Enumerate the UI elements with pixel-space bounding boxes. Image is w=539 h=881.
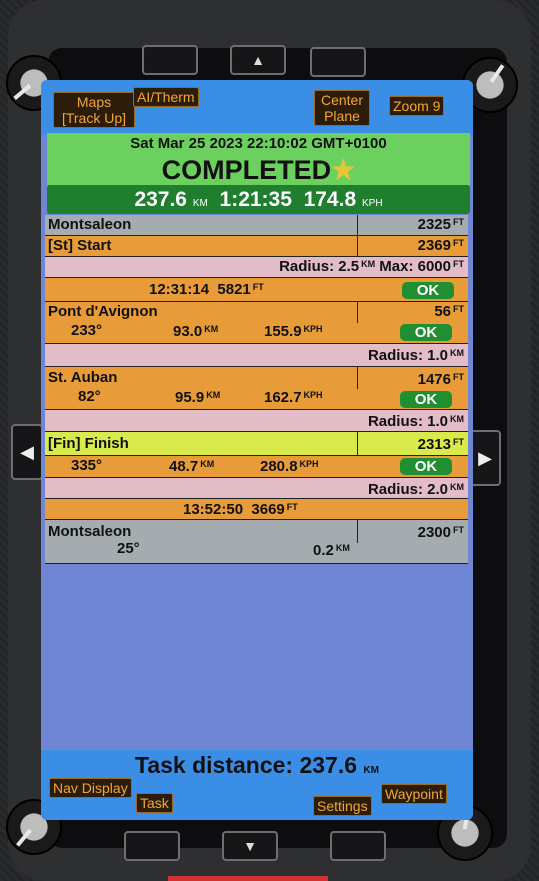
left-arrow-icon: ◀ (20, 442, 34, 462)
task-summary: 237.6 KM 1:21:35 174.8 KPH (47, 185, 470, 214)
task-softkey[interactable]: Task (136, 793, 173, 813)
waypoint-name: [St] Start (48, 237, 112, 254)
bottom-right-hardware-button[interactable] (330, 831, 386, 861)
waypoint-distance: 0.2 KM (313, 542, 350, 559)
ok-indicator: OK (400, 324, 452, 341)
star-icon: ★ (331, 155, 356, 185)
waypoint-softkey[interactable]: Waypoint (381, 784, 447, 804)
status-label: COMPLETED (161, 155, 332, 185)
start-row[interactable]: [St] Start 2369 FT (45, 236, 468, 257)
waypoint-name: Montsaleon (48, 216, 132, 233)
start-time: 12:31:14 5821 FT (149, 281, 264, 298)
end-airport-row[interactable]: Montsaleon 2300 FT 25° 0.2 KM (45, 520, 468, 564)
red-strip (168, 876, 328, 881)
bottom-left-hardware-button[interactable] (124, 831, 180, 861)
task-distance: Task distance: 237.6 KM (135, 752, 379, 778)
waypoint-speed: 162.7 KPH (264, 389, 323, 406)
left-hardware-button[interactable]: ◀ (11, 424, 43, 480)
ok-indicator: OK (402, 282, 454, 299)
waypoint-speed: 280.8 KPH (260, 458, 319, 475)
turnpoint-radius-row: Radius: 1.0 KM (45, 344, 468, 367)
up-arrow-icon: ▲ (251, 52, 265, 68)
waypoint-bearing: 335° (71, 457, 103, 474)
ai-therm-softkey[interactable]: AI/Therm (133, 87, 199, 107)
ok-indicator: OK (400, 391, 452, 408)
finish-time-row: 13:52:50 3669 FT (45, 499, 468, 520)
right-arrow-icon: ▶ (478, 448, 492, 468)
turnpoint-row[interactable]: Pont d'Avignon 56 FT 233° 93.0 KM 155.9 KPH… (45, 302, 468, 344)
start-time-row: 12:31:14 5821 FT OK (45, 278, 468, 302)
waypoint-name: [Fin] Finish (48, 435, 129, 452)
waypoint-bearing: 233° (71, 322, 103, 339)
waypoint-speed: 155.9 KPH (264, 323, 323, 340)
start-airport-row[interactable]: Montsaleon 2325 FT (45, 215, 468, 236)
top-left-hardware-button[interactable] (142, 45, 198, 75)
right-hardware-button[interactable]: ▶ (469, 430, 501, 486)
finish-row[interactable]: [Fin] Finish 2313 FT (45, 432, 468, 456)
zoom-softkey[interactable]: Zoom 9 (389, 96, 445, 116)
settings-softkey[interactable]: Settings (313, 796, 372, 816)
summary-speed: 174.8 (303, 188, 357, 211)
waypoint-altitude: 1476 FT (417, 371, 464, 388)
radius-max: Radius: 2.5 KM Max: 6000 FT (279, 258, 464, 275)
turnpoint-row[interactable]: St. Auban 1476 FT 82° 95.9 KM 162.7 KPH OK (45, 367, 468, 410)
summary-distance: 237.6 (134, 188, 187, 211)
waypoint-bearing: 25° (117, 540, 140, 557)
maps-track-up-softkey[interactable]: Maps [Track Up] (53, 92, 135, 128)
radius: Radius: 1.0 KM (367, 413, 464, 430)
down-hardware-button[interactable]: ▼ (222, 831, 278, 861)
waypoint-table: Montsaleon 2325 FT [St] Start 2369 FT Radi… (45, 215, 468, 564)
turnpoint-radius-row: Radius: 1.0 KM (45, 410, 468, 432)
summary-time: 1:21:35 (219, 188, 292, 211)
radius: Radius: 2.0 KM (367, 481, 464, 498)
task-status-panel: Sat Mar 25 2023 22:10:02 GMT+0100 COMPLE… (47, 133, 470, 185)
nav-display-softkey[interactable]: Nav Display (49, 778, 132, 798)
waypoint-bearing: 82° (78, 388, 101, 405)
up-hardware-button[interactable]: ▲ (230, 45, 286, 75)
waypoint-altitude: 2369 FT (417, 237, 464, 254)
display-screen: Maps [Track Up] AI/Therm Center Plane Zo… (41, 80, 473, 820)
task-status: COMPLETED★ (47, 155, 470, 186)
ok-indicator: OK (400, 458, 452, 475)
waypoint-name: Pont d'Avignon (48, 303, 158, 320)
waypoint-altitude: 2325 FT (417, 216, 464, 233)
waypoint-name: St. Auban (48, 369, 118, 386)
waypoint-altitude: 2313 FT (417, 436, 464, 453)
waypoint-altitude: 2300 FT (417, 524, 464, 541)
radius: Radius: 1.0 KM (367, 347, 464, 364)
down-arrow-icon: ▼ (243, 838, 257, 854)
finish-time: 13:52:50 3669 FT (183, 501, 298, 518)
waypoint-altitude: 56 FT (434, 303, 464, 320)
waypoint-distance: 95.9 KM (175, 389, 221, 406)
summary-distance-unit: KM (192, 198, 208, 209)
date-time: Sat Mar 25 2023 22:10:02 GMT+0100 (130, 135, 387, 152)
waypoint-distance: 93.0 KM (173, 323, 219, 340)
waypoint-distance: 48.7 KM (169, 458, 215, 475)
finish-stats-row: 335° 48.7 KM 280.8 KPH OK (45, 456, 468, 478)
waypoint-name: Montsaleon (48, 523, 132, 540)
center-plane-softkey[interactable]: Center Plane (314, 90, 370, 126)
top-right-hardware-button[interactable] (310, 47, 366, 77)
finish-radius-row: Radius: 2.0 KM (45, 478, 468, 499)
summary-speed-unit: KPH (361, 198, 383, 209)
start-radius-row: Radius: 2.5 KM Max: 6000 FT (45, 257, 468, 278)
